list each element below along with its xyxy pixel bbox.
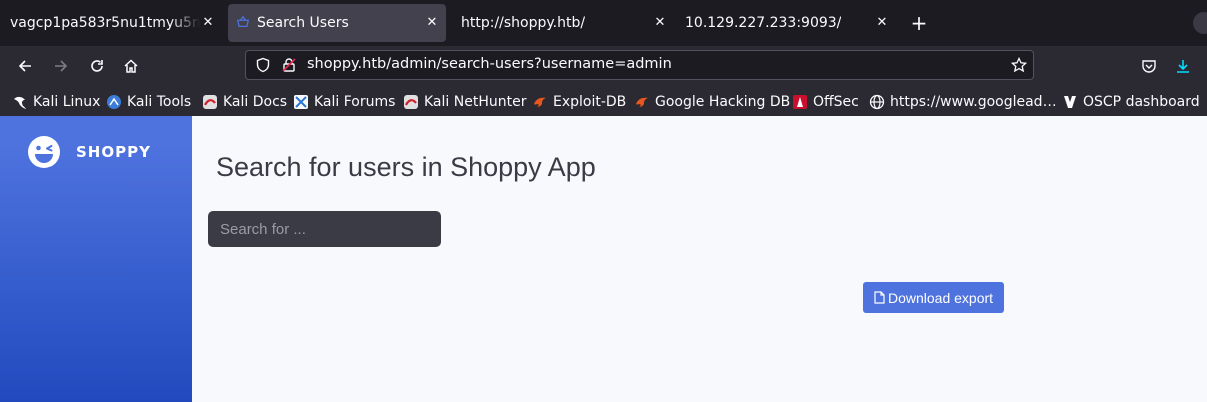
bookmark-label: Kali Tools [127, 94, 192, 110]
new-tab-icon[interactable]: + [908, 12, 930, 34]
tab-3[interactable]: http://shoppy.htb/ ✕ [452, 4, 674, 42]
tab-title: 10.129.227.233:9093/ [685, 15, 842, 31]
offsec-icon [793, 95, 807, 109]
tab-1[interactable]: vagcp1pa583r5nu1tmyu5mkl ✕ [0, 4, 222, 42]
tab-title: http://shoppy.htb/ [461, 15, 586, 31]
reload-icon[interactable] [85, 54, 109, 78]
tab-title: vagcp1pa583r5nu1tmyu5mkl [10, 15, 200, 31]
bookmark-kali-tools[interactable]: Kali Tools [106, 93, 191, 111]
bookmark-label: OffSec [813, 94, 859, 110]
bookmark-label: Kali NetHunter [424, 94, 527, 110]
list-tabs-icon[interactable] [1193, 12, 1207, 34]
download-icon[interactable] [1171, 54, 1195, 78]
home-icon[interactable] [119, 54, 143, 78]
kali-forums-icon [294, 95, 308, 109]
close-icon[interactable]: ✕ [874, 15, 890, 31]
bookmark-star-icon[interactable] [1011, 57, 1027, 73]
download-export-button[interactable]: Download export [863, 282, 1004, 313]
bookmark-label: Kali Forums [314, 94, 396, 110]
tab-2[interactable]: Search Users ✕ [228, 4, 446, 42]
close-icon[interactable]: ✕ [652, 15, 668, 31]
bookmark-label: Kali Linux [33, 94, 101, 110]
close-icon[interactable]: ✕ [424, 15, 440, 31]
kali-tools-icon [107, 95, 121, 109]
bookmark-label: Google Hacking DB [655, 94, 791, 110]
bookmark-label: Kali Docs [223, 94, 288, 110]
bookmarks-toolbar: Kali Linux Kali Tools Kali Docs Kali For… [0, 86, 1207, 116]
brand-name[interactable]: SHOPPY [76, 143, 151, 161]
download-export-label: Download export [887, 289, 994, 306]
globe-icon [869, 94, 885, 110]
oscp-icon [1064, 96, 1076, 108]
tab-bar: vagcp1pa583r5nu1tmyu5mkl ✕ Search Users … [0, 0, 1207, 46]
shield-icon[interactable] [255, 57, 271, 73]
close-icon[interactable]: ✕ [200, 15, 216, 31]
exploit-db-icon [534, 97, 546, 107]
kali-nethunter-icon [404, 95, 418, 109]
bookmark-label: https://www.googlead… [890, 94, 1057, 110]
bookmark-label: Exploit-DB [553, 94, 627, 110]
file-icon [874, 291, 885, 304]
bookmark-oscp-dashboard[interactable]: OSCP dashboard [1062, 93, 1200, 111]
nav-bar: shoppy.htb/admin/search-users?username=a… [0, 46, 1207, 86]
search-input[interactable] [208, 211, 441, 247]
url-text[interactable]: shoppy.htb/admin/search-users?username=a… [307, 56, 672, 72]
bookmark-kali-linux[interactable]: Kali Linux [12, 93, 100, 111]
laugh-wink-icon[interactable] [27, 135, 61, 169]
pocket-icon[interactable] [1137, 54, 1161, 78]
page-content: SHOPPY Search for users in Shoppy App Do… [0, 116, 1207, 402]
tab-4[interactable]: 10.129.227.233:9093/ ✕ [676, 4, 896, 42]
kali-docs-icon [203, 95, 217, 109]
insecure-lock-icon[interactable] [281, 57, 297, 73]
url-bar[interactable]: shoppy.htb/admin/search-users?username=a… [245, 50, 1034, 80]
kali-dragon-icon [14, 96, 26, 109]
bookmark-kali-docs[interactable]: Kali Docs [202, 93, 287, 111]
bookmark-kali-nethunter[interactable]: Kali NetHunter [403, 93, 526, 111]
bookmark-google-hacking-db[interactable]: Google Hacking DB [634, 93, 790, 111]
bookmark-kali-forums[interactable]: Kali Forums [293, 93, 395, 111]
ghdb-icon [636, 97, 648, 107]
bookmark-label: OSCP dashboard [1083, 94, 1200, 110]
bookmark-exploit-db[interactable]: Exploit-DB [532, 93, 626, 111]
page-title: Search for users in Shoppy App [216, 152, 596, 182]
forward-arrow-icon[interactable] [49, 54, 73, 78]
bookmark-googlead[interactable]: https://www.googlead… [869, 93, 1057, 111]
shopping-basket-icon [236, 15, 250, 27]
sidebar: SHOPPY [0, 116, 192, 402]
bookmark-offsec[interactable]: OffSec [792, 93, 859, 111]
back-arrow-icon[interactable] [13, 54, 37, 78]
